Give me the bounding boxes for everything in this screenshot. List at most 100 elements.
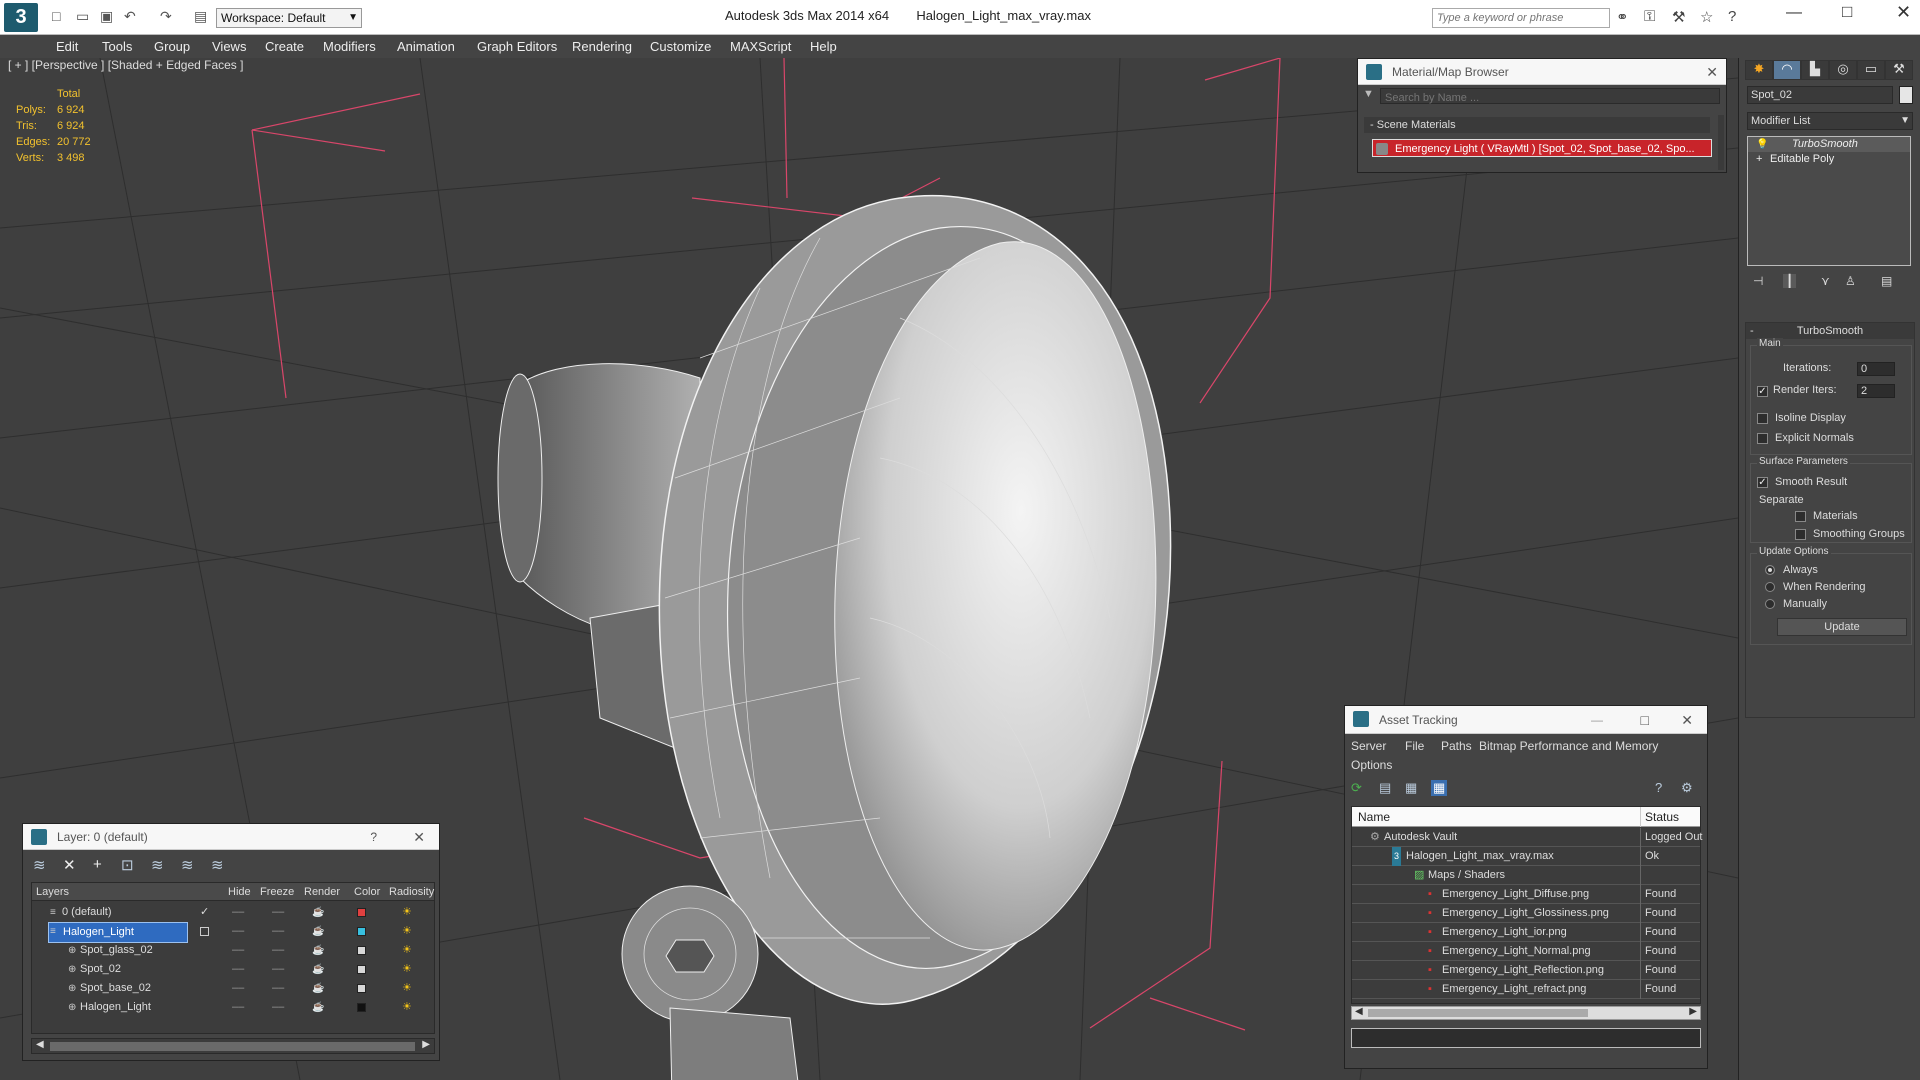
- scroll-left-icon[interactable]: ◀: [36, 1039, 44, 1050]
- asset-menu-paths[interactable]: Paths: [1441, 739, 1472, 753]
- hide-toggle[interactable]: ––: [232, 998, 244, 1017]
- remove-modifier-icon[interactable]: ♙: [1845, 274, 1856, 288]
- lightbulb-icon[interactable]: 💡: [1756, 137, 1768, 152]
- motion-tab-icon[interactable]: ◎: [1829, 60, 1857, 80]
- object-name-field[interactable]: Spot_02: [1747, 86, 1893, 104]
- material-search-input[interactable]: [1381, 91, 1719, 105]
- viewport-label[interactable]: [ + ] [Perspective ] [Shaded + Edged Fac…: [8, 58, 243, 72]
- tools-icon[interactable]: ⚒: [1672, 8, 1685, 26]
- asset-menu-options[interactable]: Options: [1351, 758, 1392, 772]
- menu-group[interactable]: Group: [154, 39, 190, 54]
- utilities-tab-icon[interactable]: ⚒: [1885, 60, 1913, 80]
- menu-customize[interactable]: Customize: [650, 39, 711, 54]
- render-teapot-icon[interactable]: ☕: [312, 903, 324, 922]
- col-radiosity[interactable]: Radiosity: [389, 883, 434, 901]
- menu-edit[interactable]: Edit: [56, 39, 78, 54]
- menu-graph-editors[interactable]: Graph Editors: [477, 39, 557, 54]
- close-button[interactable]: ✕: [1896, 2, 1911, 23]
- menu-animation[interactable]: Animation: [397, 39, 455, 54]
- when-rendering-radio[interactable]: [1765, 582, 1775, 593]
- col-status[interactable]: Status: [1640, 807, 1679, 827]
- delete-layer-icon[interactable]: ✕: [63, 856, 76, 874]
- col-hide[interactable]: Hide: [228, 883, 251, 901]
- refresh-icon[interactable]: ⟳: [1351, 780, 1362, 796]
- col-color[interactable]: Color: [354, 883, 380, 901]
- layer-color-swatch[interactable]: [357, 927, 366, 936]
- horizontal-scrollbar[interactable]: ◀ ▶: [31, 1038, 435, 1054]
- radiosity-icon[interactable]: ☀: [402, 960, 412, 979]
- layer-color-swatch[interactable]: [357, 1003, 366, 1012]
- create-tab-icon[interactable]: ✸: [1745, 60, 1773, 80]
- col-freeze[interactable]: Freeze: [260, 883, 294, 901]
- hide-all-icon[interactable]: ≋: [181, 856, 194, 874]
- asset-row[interactable]: ⚙ Autodesk Vault Logged Out: [1352, 828, 1703, 847]
- close-icon[interactable]: ✕: [1681, 706, 1693, 734]
- object-color-swatch[interactable]: [1899, 86, 1913, 104]
- freeze-toggle[interactable]: ––: [272, 960, 284, 979]
- select-objects-icon[interactable]: ⊡: [121, 856, 134, 874]
- iterations-spinner[interactable]: 0: [1857, 362, 1895, 376]
- col-name[interactable]: Name: [1358, 807, 1390, 827]
- scrollbar[interactable]: [1718, 115, 1724, 170]
- highlight-layer-icon[interactable]: ≋: [151, 856, 164, 874]
- stack-item-editable-poly[interactable]: + Editable Poly: [1748, 152, 1910, 167]
- asset-menu-server[interactable]: Server: [1351, 739, 1386, 753]
- list-view-icon[interactable]: ▤: [1379, 780, 1391, 796]
- freeze-toggle[interactable]: ––: [272, 922, 284, 941]
- layer-color-swatch[interactable]: [357, 965, 366, 974]
- minimize-button[interactable]: —: [1786, 4, 1802, 22]
- rollout-header[interactable]: - TurboSmooth: [1746, 323, 1914, 339]
- scroll-left-icon[interactable]: ◀: [1355, 1006, 1363, 1017]
- radiosity-icon[interactable]: ☀: [402, 903, 412, 922]
- asset-row[interactable]: ▪ Emergency_Light_refract.png Found: [1352, 980, 1700, 999]
- freeze-toggle[interactable]: ––: [272, 903, 284, 922]
- layer-color-swatch[interactable]: [357, 946, 366, 955]
- layer-row[interactable]: Halogen_Light ≡ –– –– ☕ ☀: [32, 922, 434, 943]
- menu-maxscript[interactable]: MAXScript: [730, 39, 791, 54]
- radiosity-icon[interactable]: ☀: [402, 941, 412, 960]
- scroll-right-icon[interactable]: ▶: [1689, 1006, 1697, 1017]
- asset-row[interactable]: ▨ Maps / Shaders: [1352, 866, 1700, 885]
- stack-item-turbosmooth[interactable]: 💡 TurboSmooth: [1748, 137, 1910, 152]
- layer-name[interactable]: Halogen_Light: [48, 922, 188, 943]
- menu-rendering[interactable]: Rendering: [572, 39, 632, 54]
- close-icon[interactable]: ✕: [1706, 59, 1718, 85]
- scroll-right-icon[interactable]: ▶: [422, 1039, 430, 1050]
- hierarchy-tab-icon[interactable]: ▙: [1801, 60, 1829, 80]
- set-current-checkbox[interactable]: [200, 927, 209, 936]
- asset-tracking-titlebar[interactable]: Asset Tracking — □ ✕: [1345, 706, 1707, 734]
- key-icon[interactable]: ⚿: [1644, 8, 1655, 25]
- settings-icon[interactable]: ⚙: [1681, 780, 1693, 796]
- asset-row[interactable]: ▪ Emergency_Light_ior.png Found: [1352, 923, 1700, 942]
- close-icon[interactable]: ✕: [413, 824, 425, 850]
- star-icon[interactable]: ☆: [1700, 8, 1713, 26]
- freeze-toggle[interactable]: ––: [272, 941, 284, 960]
- open-file-icon[interactable]: ▭: [76, 8, 89, 25]
- asset-path-field[interactable]: [1351, 1028, 1701, 1048]
- radiosity-icon[interactable]: ☀: [402, 922, 412, 941]
- layer-name[interactable]: Halogen_Light: [66, 998, 151, 1017]
- modify-tab-icon[interactable]: ◠: [1773, 60, 1801, 80]
- layer-name[interactable]: 0 (default): [48, 903, 112, 922]
- maximize-button[interactable]: □: [1842, 2, 1852, 22]
- search-input[interactable]: [1433, 9, 1609, 27]
- asset-row[interactable]: ▪ Emergency_Light_Diffuse.png Found: [1352, 885, 1700, 904]
- asset-menu-file[interactable]: File: [1405, 739, 1424, 753]
- freeze-all-icon[interactable]: ≋: [211, 856, 224, 874]
- redo-icon[interactable]: ↷: [160, 8, 172, 25]
- workspace-dropdown[interactable]: Workspace: Default ▼: [216, 8, 362, 28]
- menu-create[interactable]: Create: [265, 39, 304, 54]
- help-icon[interactable]: ?: [370, 824, 377, 850]
- manually-radio[interactable]: [1765, 599, 1775, 610]
- show-end-result-icon[interactable]: ┃: [1783, 274, 1797, 288]
- layer-row[interactable]: 0 (default) ≡ ✓ –– –– ☕ ☀: [32, 903, 434, 922]
- menu-help[interactable]: Help: [810, 39, 837, 54]
- isoline-display-checkbox[interactable]: [1757, 412, 1768, 424]
- layer-row[interactable]: Spot_glass_02 ⊕ –– –– ☕ ☀: [32, 941, 434, 960]
- menu-tools[interactable]: Tools: [102, 39, 132, 54]
- smooth-result-checkbox[interactable]: ✓: [1757, 476, 1768, 488]
- menu-modifiers[interactable]: Modifiers: [323, 39, 376, 54]
- hide-toggle[interactable]: ––: [232, 960, 244, 979]
- binoculars-icon[interactable]: ⚭: [1616, 8, 1629, 26]
- asset-menu-bitmap[interactable]: Bitmap Performance and Memory: [1479, 739, 1658, 753]
